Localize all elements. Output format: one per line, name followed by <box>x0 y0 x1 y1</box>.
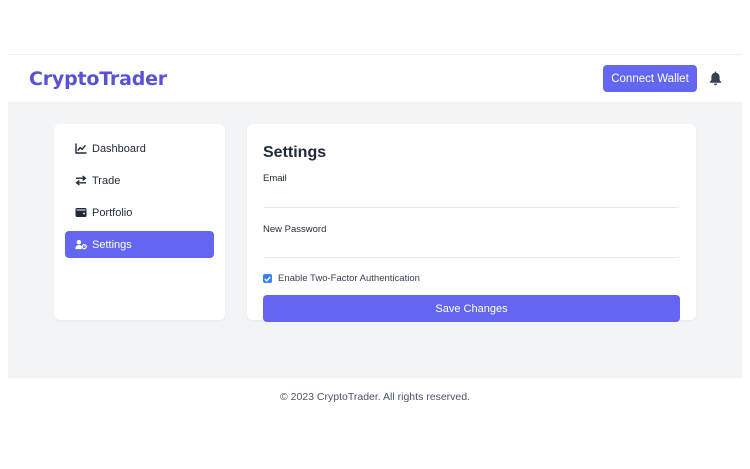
sidebar-item-trade[interactable]: Trade <box>65 167 214 194</box>
two-factor-checkbox[interactable] <box>263 274 272 283</box>
connect-wallet-button[interactable]: Connect Wallet <box>603 65 697 92</box>
sidebar-item-portfolio[interactable]: Portfolio <box>65 199 214 226</box>
new-password-label: New Password <box>263 223 327 235</box>
sidebar-item-settings[interactable]: Settings <box>65 231 214 258</box>
app-header: CryptoTrader Connect Wallet <box>8 55 742 102</box>
user-cog-icon <box>75 239 87 251</box>
two-factor-label[interactable]: Enable Two-Factor Authentication <box>278 273 420 284</box>
bell-icon[interactable] <box>708 71 722 87</box>
sidebar-item-label: Trade <box>92 174 121 187</box>
sidebar: Dashboard Trade Portfolio Settings <box>54 124 225 320</box>
main-area: Dashboard Trade Portfolio Settings Setti… <box>8 102 742 378</box>
new-password-field[interactable] <box>263 241 680 258</box>
copyright-text: © 2023 CryptoTrader. All rights reserved… <box>279 391 470 403</box>
wallet-icon <box>75 207 87 219</box>
two-factor-row: Enable Two-Factor Authentication <box>263 273 680 284</box>
footer: © 2023 CryptoTrader. All rights reserved… <box>0 391 750 403</box>
exchange-arrows-icon <box>75 175 87 187</box>
chart-line-icon <box>75 143 87 155</box>
sidebar-item-label: Portfolio <box>92 206 133 219</box>
header-actions: Connect Wallet <box>603 65 722 92</box>
app-logo[interactable]: CryptoTrader <box>29 68 167 90</box>
email-field[interactable] <box>263 190 680 208</box>
email-label: Email <box>263 173 287 184</box>
sidebar-item-label: Settings <box>92 238 132 251</box>
settings-panel: Settings Email New Password Enable Two-F… <box>247 124 696 322</box>
sidebar-item-label: Dashboard <box>92 142 146 155</box>
page-title: Settings <box>263 144 327 161</box>
sidebar-item-dashboard[interactable]: Dashboard <box>65 135 214 162</box>
save-changes-button[interactable]: Save Changes <box>263 295 680 322</box>
